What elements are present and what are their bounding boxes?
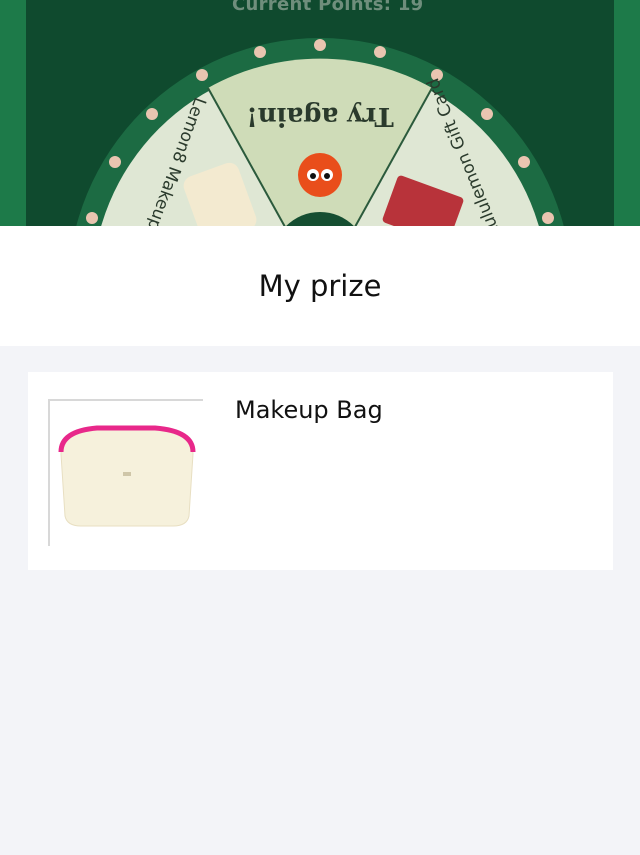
- sheet-title: My prize: [258, 269, 382, 303]
- mascot-icon: [298, 153, 342, 197]
- prize-list: Makeup Bag: [0, 346, 640, 855]
- try-again-text: Try again!: [246, 101, 393, 131]
- prize-wheel: Try again! Lemon8 Makeup Bag $100 Lulule…: [76, 38, 564, 226]
- background-spin-wheel-page: Current Points: 19 Try again! Lemon8 Mak…: [0, 0, 640, 226]
- makeup-bag-image: [47, 398, 205, 548]
- prize-card[interactable]: Makeup Bag: [28, 372, 613, 570]
- prize-sheet-header: My prize: [0, 226, 640, 346]
- prize-name: Makeup Bag: [235, 396, 383, 424]
